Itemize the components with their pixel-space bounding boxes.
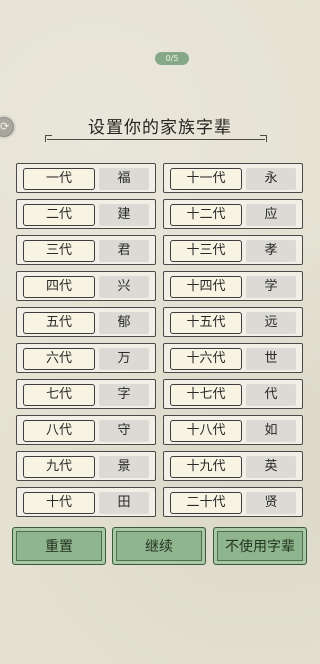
generation-label: 八代 — [23, 420, 95, 442]
generation-label: 十八代 — [170, 420, 242, 442]
generation-row[interactable]: 十一代永 — [163, 163, 303, 193]
generation-char-field[interactable]: 远 — [246, 312, 296, 334]
generation-row[interactable]: 四代兴 — [16, 271, 156, 301]
generation-char-field[interactable]: 永 — [246, 168, 296, 190]
generation-char-field[interactable]: 学 — [246, 276, 296, 298]
generation-char-field[interactable]: 万 — [99, 348, 149, 370]
generation-char-field[interactable]: 孝 — [246, 240, 296, 262]
generation-row[interactable]: 十六代世 — [163, 343, 303, 373]
generation-char-field[interactable]: 英 — [246, 456, 296, 478]
generation-label: 十三代 — [170, 240, 242, 262]
generation-label: 五代 — [23, 312, 95, 334]
generation-row[interactable]: 十五代远 — [163, 307, 303, 337]
generation-row[interactable]: 十三代孝 — [163, 235, 303, 265]
no-generation-button[interactable]: 不使用字辈 — [213, 527, 307, 565]
generation-label: 十九代 — [170, 456, 242, 478]
generation-char-field[interactable]: 如 — [246, 420, 296, 442]
generation-char-field[interactable]: 兴 — [99, 276, 149, 298]
generation-row[interactable]: 五代郁 — [16, 307, 156, 337]
generation-row[interactable]: 十九代英 — [163, 451, 303, 481]
generation-row[interactable]: 十代田 — [16, 487, 156, 517]
generation-row[interactable]: 十七代代 — [163, 379, 303, 409]
generation-row[interactable]: 二代建 — [16, 199, 156, 229]
generation-label: 十六代 — [170, 348, 242, 370]
generation-row[interactable]: 十八代如 — [163, 415, 303, 445]
generation-char-field[interactable]: 应 — [246, 204, 296, 226]
generation-char-field[interactable]: 田 — [99, 492, 149, 514]
generation-label: 十代 — [23, 492, 95, 514]
generation-char-field[interactable]: 世 — [246, 348, 296, 370]
generation-char-field[interactable]: 郁 — [99, 312, 149, 334]
generation-label: 六代 — [23, 348, 95, 370]
title-divider — [45, 135, 267, 142]
generation-char-field[interactable]: 建 — [99, 204, 149, 226]
generation-char-field[interactable]: 字 — [99, 384, 149, 406]
generation-label: 十四代 — [170, 276, 242, 298]
progress-badge: 0/5 — [155, 52, 189, 65]
generation-char-field[interactable]: 君 — [99, 240, 149, 262]
generation-label: 四代 — [23, 276, 95, 298]
generation-char-field[interactable]: 福 — [99, 168, 149, 190]
generation-label: 十五代 — [170, 312, 242, 334]
generation-label: 二代 — [23, 204, 95, 226]
generation-label: 九代 — [23, 456, 95, 478]
generation-row[interactable]: 九代景 — [16, 451, 156, 481]
generation-label: 一代 — [23, 168, 95, 190]
reset-button[interactable]: 重置 — [12, 527, 106, 565]
generation-row[interactable]: 二十代贤 — [163, 487, 303, 517]
generation-label: 三代 — [23, 240, 95, 262]
generation-row[interactable]: 六代万 — [16, 343, 156, 373]
generation-char-field[interactable]: 代 — [246, 384, 296, 406]
generation-label: 十一代 — [170, 168, 242, 190]
generation-label: 二十代 — [170, 492, 242, 514]
generation-char-field[interactable]: 景 — [99, 456, 149, 478]
generation-row[interactable]: 三代君 — [16, 235, 156, 265]
generation-row[interactable]: 十四代学 — [163, 271, 303, 301]
generation-row[interactable]: 七代字 — [16, 379, 156, 409]
generation-label: 十二代 — [170, 204, 242, 226]
generation-row[interactable]: 八代守 — [16, 415, 156, 445]
generation-label: 十七代 — [170, 384, 242, 406]
generation-char-field[interactable]: 贤 — [246, 492, 296, 514]
generation-char-field[interactable]: 守 — [99, 420, 149, 442]
continue-button[interactable]: 继续 — [112, 527, 206, 565]
generation-row[interactable]: 一代福 — [16, 163, 156, 193]
generation-label: 七代 — [23, 384, 95, 406]
generation-row[interactable]: 十二代应 — [163, 199, 303, 229]
